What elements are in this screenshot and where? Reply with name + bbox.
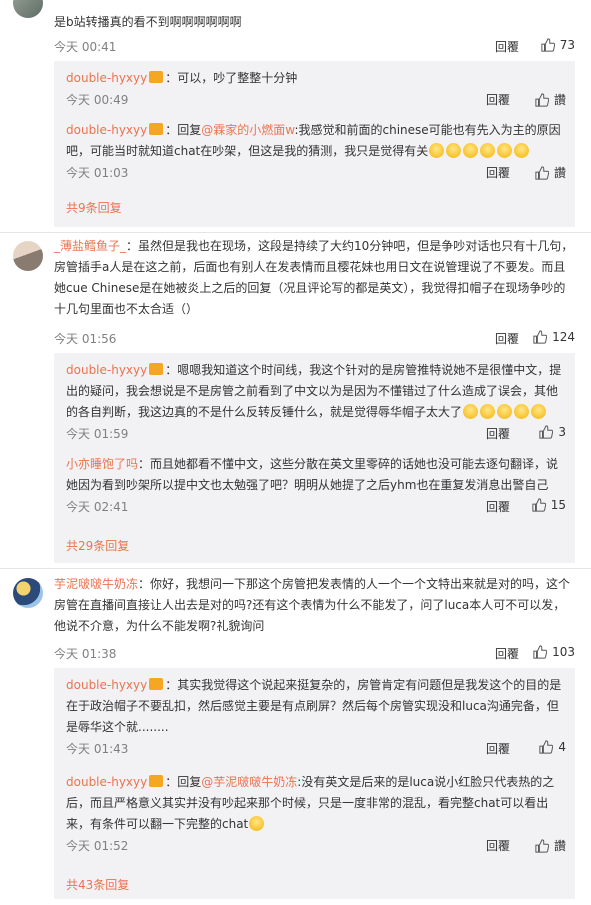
crying-emoji-icon: [497, 404, 513, 419]
crying-emoji-icon: [429, 143, 445, 158]
reply-item: double-hyxyy ：回复@芋泥啵啵牛奶冻:没有英文是后来的是luca说小红…: [66, 775, 566, 854]
thumbs-up-icon: [533, 645, 548, 659]
crying-emoji-icon: [463, 143, 479, 158]
timestamp: 今天 01:52: [66, 839, 129, 853]
thumbs-up-icon: [533, 330, 548, 344]
crying-emoji-icon: [446, 143, 462, 158]
crying-emoji-icon: [531, 404, 547, 419]
reply-item: double-hyxyy ：回复@霖家的小燃面w:我感觉和前面的chinese可能…: [66, 123, 566, 181]
like-count: 73: [559, 38, 575, 52]
reply-item: double-hyxyy ：嗯嗯我知道这个时间线，我这个针对的是房管推特说她不是很…: [66, 363, 566, 442]
reply-thread: double-hyxyy ：其实我觉得这个说起来挺复杂的，房管肯定有问题但是我发这…: [54, 668, 575, 899]
like-count: 124: [552, 330, 575, 344]
reply-button[interactable]: 回覆: [486, 740, 510, 757]
timestamp: 今天 02:41: [66, 500, 129, 514]
mention-link[interactable]: @霖家的小燃面w: [201, 123, 294, 137]
timestamp: 今天 01:38: [54, 647, 117, 661]
thumbs-up-icon: [535, 165, 549, 180]
like-count: 4: [558, 740, 566, 754]
avatar[interactable]: [13, 578, 43, 608]
like-label: 讚: [553, 839, 566, 853]
reply-button[interactable]: 回覆: [486, 837, 510, 854]
like-button[interactable]: 讚: [535, 837, 566, 854]
reply-button[interactable]: 回覆: [486, 498, 510, 515]
reply-thread: double-hyxyy ：可以，吵了整整十分钟 今天 00:49 回覆 讚 do…: [54, 61, 575, 227]
member-badge-icon: [149, 123, 164, 135]
reply-item: double-hyxyy ：其实我觉得这个说起来挺复杂的，房管肯定有问题但是我发这…: [66, 678, 566, 757]
comment-username[interactable]: 芋泥啵啵牛奶冻: [54, 577, 138, 591]
like-button[interactable]: 3: [539, 425, 566, 439]
avatar[interactable]: [13, 241, 43, 271]
reply-button[interactable]: 回覆: [495, 330, 519, 347]
reply-button[interactable]: 回覆: [495, 645, 519, 662]
reply-thread: double-hyxyy ：嗯嗯我知道这个时间线，我这个针对的是房管推特说她不是很…: [54, 353, 575, 563]
comment-text: 芋泥啵啵牛奶冻：你好，我想问一下那这个房管把发表情的人一个一个文特出来就是对的吗…: [54, 577, 571, 633]
crying-emoji-icon: [514, 143, 530, 158]
crying-emoji-icon: [249, 816, 265, 831]
like-count: 3: [558, 425, 566, 439]
timestamp: 今天 00:41: [54, 40, 117, 54]
like-count: 103: [552, 645, 575, 659]
like-count: 15: [550, 498, 566, 512]
reply-button[interactable]: 回覆: [486, 91, 510, 108]
divider: [0, 568, 591, 569]
comment-text: 是b站转播真的看不到啊啊啊啊啊啊: [54, 15, 242, 29]
crying-emoji-icon: [480, 143, 496, 158]
thumbs-up-icon: [535, 838, 549, 853]
like-button[interactable]: 124: [533, 330, 575, 344]
reply-text: 可以，吵了整整十分钟: [177, 71, 298, 85]
timestamp: 今天 00:49: [66, 93, 129, 107]
timestamp: 今天 01:03: [66, 166, 129, 180]
thumbs-up-icon: [532, 498, 546, 512]
reply-username[interactable]: double-hyxyy: [66, 678, 147, 692]
avatar[interactable]: [13, 0, 43, 18]
timestamp: 今天 01:56: [54, 332, 117, 346]
like-button[interactable]: 73: [541, 38, 575, 52]
reply-item: 小亦睡饱了吗：而且她都看不懂中文，这些分散在英文里零碎的话她也没可能去逐句翻译，…: [66, 457, 566, 515]
crying-emoji-icon: [514, 404, 530, 419]
comment-feed: 是b站转播真的看不到啊啊啊啊啊啊 今天 00:41 回覆 73 double-h…: [0, 0, 591, 905]
comment-meta: 今天 00:41 回覆 73: [54, 38, 575, 56]
comment-username[interactable]: _薄盐鳕鱼子_: [54, 239, 126, 253]
divider: [0, 232, 591, 233]
crying-emoji-icon: [497, 143, 513, 158]
mention-link[interactable]: @芋泥啵啵牛奶冻: [201, 775, 297, 789]
timestamp: 今天 01:43: [66, 742, 129, 756]
comment-meta: 今天 01:56 回覆 124: [54, 330, 575, 348]
member-badge-icon: [149, 363, 164, 375]
like-label: 讚: [553, 93, 566, 107]
crying-emoji-icon: [463, 404, 479, 419]
reply-username[interactable]: double-hyxyy: [66, 775, 147, 789]
reply-username[interactable]: double-hyxyy: [66, 71, 147, 85]
reply-username[interactable]: double-hyxyy: [66, 123, 147, 137]
member-badge-icon: [149, 71, 164, 83]
crying-emoji-icon: [480, 404, 496, 419]
like-button[interactable]: 15: [532, 498, 566, 512]
member-badge-icon: [149, 775, 164, 787]
more-replies-link[interactable]: 共43条回复: [66, 876, 129, 893]
comment-meta: 今天 01:38 回覆 103: [54, 645, 575, 663]
reply-username[interactable]: 小亦睡饱了吗: [66, 457, 138, 471]
reply-button[interactable]: 回覆: [486, 425, 510, 442]
thumbs-up-icon: [539, 740, 554, 754]
thumbs-up-icon: [541, 38, 555, 52]
like-button[interactable]: 103: [533, 645, 575, 659]
reply-button[interactable]: 回覆: [495, 38, 519, 55]
member-badge-icon: [149, 678, 164, 690]
like-button[interactable]: 讚: [535, 91, 566, 108]
like-button[interactable]: 讚: [535, 164, 566, 181]
more-replies-link[interactable]: 共9条回复: [66, 199, 122, 216]
reply-username[interactable]: double-hyxyy: [66, 363, 147, 377]
comment-text: _薄盐鳕鱼子_：虽然但是我也在现场，这段是持续了大约10分钟吧，但是争吵对话也只…: [54, 239, 574, 316]
more-replies-link[interactable]: 共29条回复: [66, 537, 129, 554]
thumbs-up-icon: [535, 92, 549, 107]
timestamp: 今天 01:59: [66, 427, 129, 441]
like-button[interactable]: 4: [539, 740, 566, 754]
reply-button[interactable]: 回覆: [486, 164, 510, 181]
thumbs-up-icon: [539, 425, 554, 439]
like-label: 讚: [553, 166, 566, 180]
reply-item: double-hyxyy ：可以，吵了整整十分钟 今天 00:49 回覆 讚: [66, 71, 566, 108]
